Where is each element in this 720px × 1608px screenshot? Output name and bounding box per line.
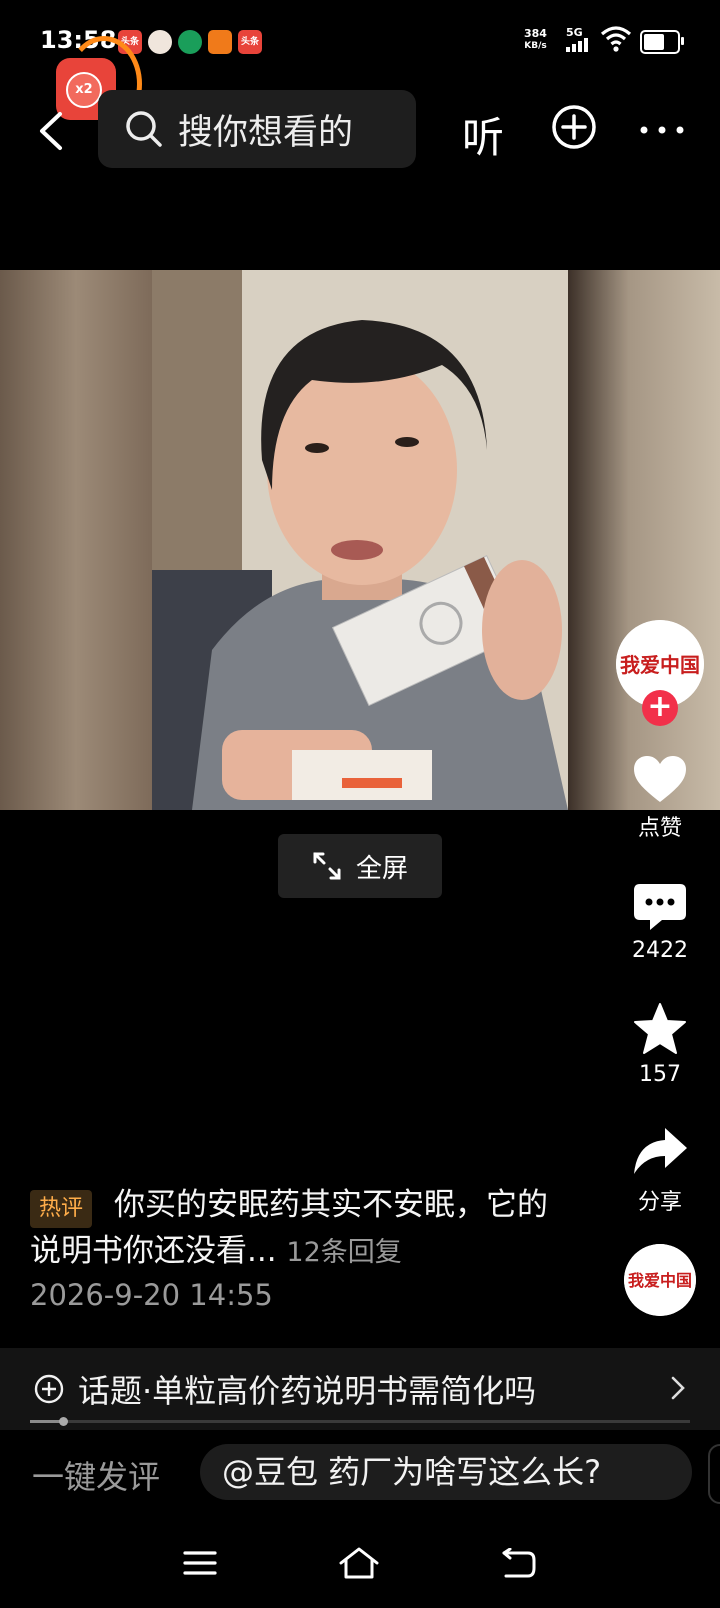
- fullscreen-button[interactable]: 全屏: [278, 834, 442, 898]
- search-icon: [126, 111, 162, 147]
- topic-text: 话题·单粒高价药说明书需简化吗: [78, 1372, 537, 1410]
- comment-button[interactable]: 2422: [610, 882, 710, 963]
- signal-icon: [566, 38, 588, 52]
- battery-icon: [640, 30, 684, 54]
- comment-count: 2422: [632, 938, 688, 963]
- notification-icons: 头条 头条: [118, 30, 262, 54]
- quick-comment-suggestion[interactable]: @豆包 药厂为啥写这么长?: [200, 1444, 692, 1500]
- quick-comment-next-pill[interactable]: [708, 1444, 720, 1504]
- like-button[interactable]: 点赞: [610, 754, 710, 842]
- video-blurred-left: [0, 270, 152, 810]
- search-placeholder: 搜你想看的: [178, 112, 354, 153]
- green-app-icon: [178, 30, 202, 54]
- video-blurred-right: [568, 270, 720, 810]
- favorite-button[interactable]: 157: [610, 1002, 710, 1087]
- back-nav-icon[interactable]: [500, 1548, 538, 1580]
- progress-handle[interactable]: [59, 1417, 68, 1426]
- hot-comment[interactable]: 你买的安眠药其实不安眠，它的说明书你还没看... 12条回复: [30, 1182, 570, 1276]
- video-progress-bar[interactable]: [30, 1417, 690, 1426]
- video-player[interactable]: [152, 270, 568, 810]
- wifi-icon: [600, 26, 632, 52]
- comment-replies-link[interactable]: 12条回复: [286, 1237, 401, 1268]
- like-label: 点赞: [637, 816, 682, 841]
- svg-text:我爱中国: 我爱中国: [620, 653, 700, 677]
- orange-app-icon: [208, 30, 232, 54]
- chevron-right-icon: [671, 1376, 685, 1400]
- share-arrow-icon: [634, 1128, 687, 1174]
- favorite-count: 157: [639, 1062, 681, 1087]
- back-icon[interactable]: [30, 108, 76, 154]
- comment-date: 2026-9-20 14:55: [30, 1278, 273, 1312]
- topic-plus-icon: [34, 1374, 64, 1404]
- fullscreen-label: 全屏: [355, 853, 408, 884]
- video-frame-image: [152, 270, 568, 810]
- quick-comment-label[interactable]: 一键发评: [32, 1452, 160, 1498]
- share-button[interactable]: 分享: [610, 1126, 710, 1216]
- expand-icon: [313, 852, 341, 880]
- net-speed: 384 KB/s: [524, 27, 547, 52]
- home-icon[interactable]: [338, 1546, 380, 1580]
- share-label: 分享: [637, 1190, 682, 1215]
- comment-icon: [634, 884, 686, 930]
- heart-icon: [634, 756, 686, 802]
- topic-bar[interactable]: 话题·单粒高价药说明书需简化吗: [0, 1348, 720, 1430]
- search-bar[interactable]: 搜你想看的: [98, 90, 416, 168]
- listen-button[interactable]: 听: [462, 104, 504, 165]
- svg-text:我爱中国: 我爱中国: [628, 1271, 692, 1290]
- star-icon: [634, 1003, 686, 1054]
- music-disc-avatar[interactable]: 我爱中国: [624, 1244, 696, 1316]
- red-packet-multiplier: x2: [66, 72, 102, 108]
- avatar-app-icon: [148, 30, 172, 54]
- more-icon[interactable]: [640, 126, 684, 134]
- toutiao-lite-icon: 头条: [238, 30, 262, 54]
- menu-icon[interactable]: [182, 1548, 218, 1578]
- follow-button[interactable]: +: [642, 690, 678, 726]
- add-circle-icon[interactable]: [551, 104, 597, 150]
